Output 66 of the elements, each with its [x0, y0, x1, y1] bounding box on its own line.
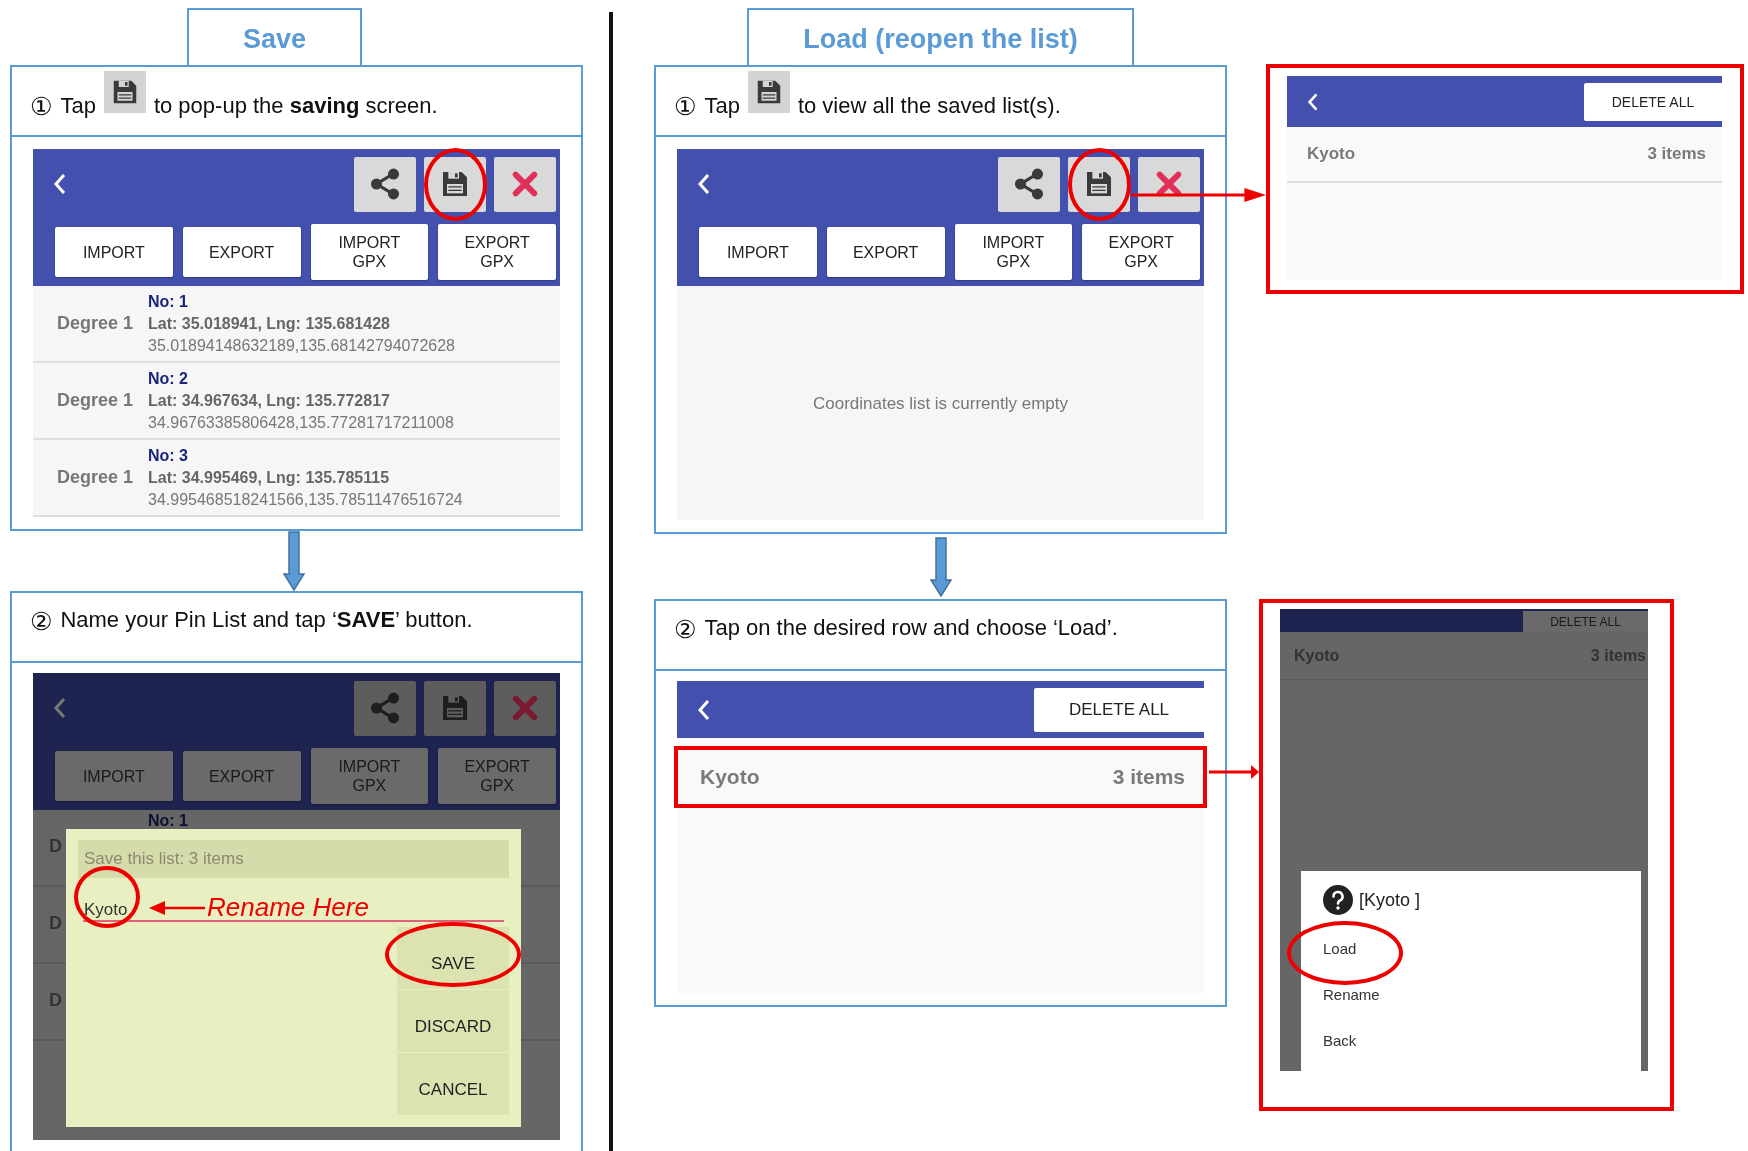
- caption-text: Name your Pin List and tap ‘SAVE’ button.: [60, 607, 473, 633]
- raw-coordinates: 34.96763385806428,135.77281717211008: [148, 412, 454, 433]
- save-button[interactable]: [1068, 156, 1130, 212]
- back-icon[interactable]: [53, 697, 67, 719]
- list-name: Kyoto: [1307, 144, 1356, 164]
- toolbar-button[interactable]: EXPORT: [826, 227, 945, 277]
- pin-number: No: 3: [148, 445, 189, 466]
- annotation-text: Rename Here: [207, 892, 369, 923]
- item-count: 3 items: [1647, 144, 1706, 164]
- save-icon: [747, 71, 790, 113]
- menu-title: [Kyoto ]: [1359, 889, 1421, 911]
- save-button[interactable]: [424, 156, 486, 212]
- share-icon: [368, 691, 402, 725]
- coordinates-text: Lat: 34.967634, Lng: 135.772817: [148, 390, 391, 411]
- close-button[interactable]: [494, 156, 556, 212]
- toolbar-button[interactable]: EXPORT GPX: [438, 224, 556, 280]
- degree-label: Degree 1: [56, 390, 135, 411]
- step-number: ②: [674, 615, 697, 644]
- step-number: ①: [30, 91, 53, 121]
- pin-number: No: 1: [148, 291, 189, 312]
- close-icon: [511, 170, 539, 198]
- coordinates-text: Lat: 35.018941, Lng: 135.681428: [148, 313, 391, 334]
- saved-list-row[interactable]: Kyoto 3 items: [1287, 127, 1722, 183]
- saved-list-row[interactable]: Kyoto 3 items: [674, 746, 1207, 808]
- share-button[interactable]: [354, 156, 416, 212]
- menu-item[interactable]: Rename: [1323, 981, 1380, 1007]
- dialog-title: Save this list: 3 items: [78, 840, 509, 878]
- pointer-arrow: [149, 900, 205, 916]
- toolbar-button[interactable]: EXPORT: [182, 227, 301, 277]
- toolbar-button[interactable]: IMPORT: [699, 227, 817, 277]
- step-number: ②: [30, 607, 53, 636]
- dialog-button[interactable]: DISCARD: [397, 990, 509, 1052]
- share-icon: [1012, 167, 1046, 201]
- help-icon: [1323, 885, 1353, 915]
- dialog-button[interactable]: SAVE: [397, 927, 509, 989]
- list-name: Kyoto: [700, 765, 760, 789]
- save-icon: [103, 71, 146, 113]
- toolbar-button[interactable]: IMPORT GPX: [310, 224, 429, 280]
- raw-coordinates: 35.01894148632189,135.68142794072628: [148, 335, 455, 356]
- delete-all-button[interactable]: DELETE ALL: [1034, 687, 1204, 732]
- empty-message: Coordinates list is currently empty: [811, 394, 1070, 414]
- pin-number: No: 2: [148, 368, 189, 389]
- close-button[interactable]: [1138, 156, 1200, 212]
- dialog-button[interactable]: CANCEL: [397, 1053, 509, 1115]
- caption-text: Tap on the desired row and choose ‘Load’.: [704, 615, 1118, 641]
- toolbar-button[interactable]: IMPORT: [55, 227, 173, 277]
- pin-number: No: 1: [148, 811, 188, 831]
- caption-text: to view all the saved list(s).: [797, 93, 1061, 119]
- step-number: ①: [674, 91, 697, 121]
- toolbar-button[interactable]: EXPORT GPX: [1082, 224, 1200, 280]
- share-icon: [368, 167, 402, 201]
- down-arrow-icon: [929, 536, 952, 597]
- caption-text: Tap: [60, 93, 96, 119]
- caption-text: to pop-up the saving screen.: [153, 93, 438, 119]
- caption-text: Tap: [704, 93, 740, 119]
- close-icon: [511, 694, 539, 722]
- raw-coordinates: 34.995468518241566,135.78511476516724: [148, 489, 463, 510]
- share-button[interactable]: [998, 156, 1060, 212]
- toolbar-button[interactable]: IMPORT GPX: [954, 224, 1073, 280]
- delete-all-button[interactable]: DELETE ALL: [1584, 82, 1722, 121]
- menu-item[interactable]: Back: [1323, 1027, 1357, 1053]
- menu-item[interactable]: Load: [1323, 935, 1357, 961]
- item-count: 3 items: [1112, 765, 1185, 789]
- degree-label: Degree 1: [56, 313, 135, 334]
- degree-label: Degree 1: [56, 467, 135, 488]
- coordinates-text: Lat: 34.995469, Lng: 135.785115: [148, 467, 391, 488]
